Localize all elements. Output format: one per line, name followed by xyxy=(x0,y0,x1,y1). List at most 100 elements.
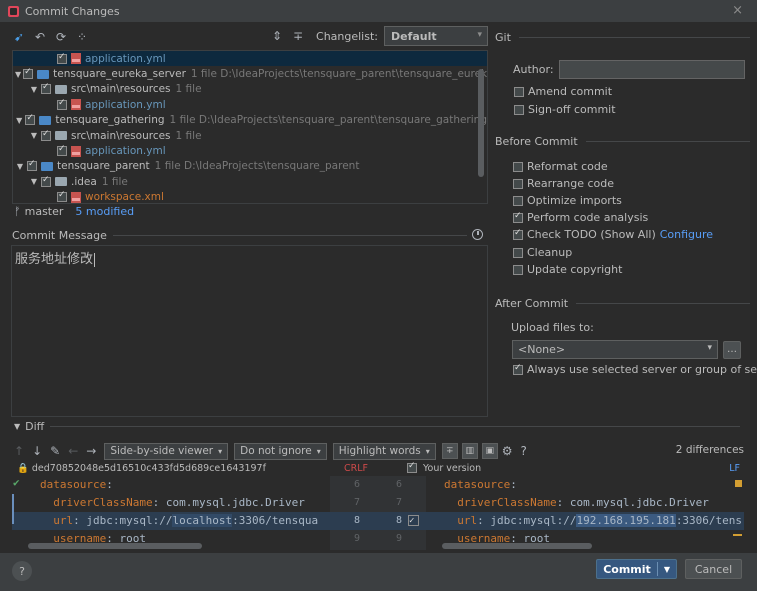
module-meta: 1 file D:\IdeaProjects\tensquare_parent\… xyxy=(169,114,487,127)
reformat-label: Reformat code xyxy=(527,160,608,173)
prev-difference-icon[interactable]: ↑ xyxy=(14,444,24,458)
right-line-ending[interactable]: LF xyxy=(729,463,740,474)
rearrange-checkbox[interactable] xyxy=(513,178,523,189)
folder-checkbox[interactable] xyxy=(41,175,51,187)
tree-row[interactable]: workspace.xml xyxy=(13,190,487,203)
module-folder-icon xyxy=(41,161,53,171)
module-checkbox[interactable] xyxy=(25,113,36,126)
left-line-ending[interactable]: CRLF xyxy=(344,463,368,474)
diff-section-header[interactable]: ▼ Diff xyxy=(14,420,741,433)
tree-scrollbar[interactable] xyxy=(478,69,484,177)
next-difference-icon[interactable]: ↓ xyxy=(32,444,42,458)
commit-options-chevron-icon[interactable]: ▼ xyxy=(658,565,676,574)
edit-source-icon[interactable]: ✎ xyxy=(50,444,60,458)
close-icon[interactable]: × xyxy=(732,3,743,18)
analysis-checkbox[interactable] xyxy=(513,211,523,223)
lock-icon[interactable]: ▣ xyxy=(481,443,498,459)
configure-link[interactable]: Configure xyxy=(660,228,713,241)
always-use-option[interactable]: Always use selected server or group of s… xyxy=(513,363,757,376)
folder-name: src\main\resources xyxy=(71,83,171,96)
signoff-option[interactable]: Sign-off commit xyxy=(514,103,616,116)
highlight-select[interactable]: Highlight words ▾ xyxy=(332,442,436,460)
tree-row[interactable]: ▼ src\main\resources 1 file xyxy=(13,128,487,143)
diff-left-pane[interactable]: ✔ datasource: driverClassName: com.mysql… xyxy=(12,476,330,550)
rearrange-option[interactable]: Rearrange code xyxy=(513,177,614,190)
commit-button[interactable]: Commit ▼ xyxy=(596,559,677,579)
tree-row[interactable]: ▼ src\main\resources 1 file xyxy=(13,82,487,97)
reformat-option[interactable]: Reformat code xyxy=(513,160,608,173)
expand-arrow-icon[interactable]: ▼ xyxy=(29,131,39,140)
copyright-checkbox[interactable] xyxy=(513,264,523,275)
include-all-checkbox[interactable] xyxy=(407,461,417,473)
tree-row[interactable]: ▼ tensquare_eureka_server 1 file D:\Idea… xyxy=(13,66,487,81)
folder-meta: 1 file xyxy=(101,175,128,188)
check-todo-option[interactable]: Check TODO (Show All) Configure xyxy=(513,228,713,241)
cancel-button[interactable]: Cancel xyxy=(685,559,742,579)
changelist-select[interactable]: Default ▾ xyxy=(384,26,488,46)
commit-message-input[interactable]: 服务地址修改 xyxy=(11,245,488,417)
diff-right-pane[interactable]: datasource: driverClassName: com.mysql.j… xyxy=(426,476,744,550)
help-icon[interactable]: ? xyxy=(521,444,527,458)
file-checkbox[interactable] xyxy=(57,144,67,157)
collapse-all-icon[interactable]: ∓ xyxy=(289,27,307,45)
include-change-checkbox[interactable] xyxy=(408,512,419,530)
module-checkbox[interactable] xyxy=(27,159,37,172)
diff-editor[interactable]: ✔ datasource: driverClassName: com.mysql… xyxy=(12,476,744,550)
group-by-icon[interactable]: ⁘ xyxy=(73,28,91,46)
gear-icon[interactable]: ⚙ xyxy=(502,444,513,458)
upload-target-select[interactable]: <None> ▾ xyxy=(512,340,718,359)
tree-row[interactable]: application.yml xyxy=(13,143,487,158)
optimize-checkbox[interactable] xyxy=(513,195,523,206)
collapse-arrow-icon[interactable]: ▼ xyxy=(14,422,20,431)
tree-row[interactable]: application.yml xyxy=(13,51,487,67)
code-analysis-option[interactable]: Perform code analysis xyxy=(513,211,648,224)
file-checkbox[interactable] xyxy=(57,98,67,110)
author-input[interactable] xyxy=(558,60,745,79)
expand-arrow-icon[interactable]: ▼ xyxy=(15,162,25,171)
browse-servers-button[interactable]: … xyxy=(723,340,741,359)
todo-checkbox[interactable] xyxy=(513,228,523,240)
expand-arrow-icon[interactable]: ▼ xyxy=(15,70,21,79)
forward-icon[interactable]: → xyxy=(86,444,96,458)
cleanup-option[interactable]: Cleanup xyxy=(513,246,572,259)
xml-file-icon xyxy=(71,191,81,203)
amend-commit-option[interactable]: Amend commit xyxy=(514,85,612,98)
back-icon[interactable]: ← xyxy=(68,444,78,458)
file-checkbox[interactable] xyxy=(57,52,67,64)
right-horizontal-scrollbar[interactable] xyxy=(442,543,592,549)
tree-row[interactable]: ▼ tensquare_gathering 1 file D:\IdeaProj… xyxy=(13,113,487,128)
changes-tree[interactable]: application.yml ▼ tensquare_eureka_serve… xyxy=(12,50,488,204)
folder-checkbox[interactable] xyxy=(41,82,51,95)
refresh-icon[interactable]: ⟳ xyxy=(52,28,70,46)
history-clock-icon[interactable] xyxy=(472,229,483,240)
collapse-unchanged-icon[interactable]: ∓ xyxy=(441,443,458,459)
commit-label: Commit xyxy=(603,562,651,576)
tree-row[interactable]: ▼ tensquare_parent 1 file D:\IdeaProject… xyxy=(13,159,487,174)
file-checkbox[interactable] xyxy=(57,190,67,203)
cleanup-checkbox[interactable] xyxy=(513,247,523,258)
whitespace-select[interactable]: Do not ignore ▾ xyxy=(234,442,327,460)
optimize-imports-option[interactable]: Optimize imports xyxy=(513,194,622,207)
help-button[interactable]: ? xyxy=(12,561,32,581)
tree-row[interactable]: application.yml xyxy=(13,97,487,112)
signoff-checkbox[interactable] xyxy=(514,104,524,115)
sync-scroll-icon[interactable]: ▥ xyxy=(461,443,478,459)
expand-arrow-icon[interactable]: ▼ xyxy=(15,116,23,125)
modified-count-link[interactable]: 5 modified xyxy=(75,205,134,218)
tree-row[interactable]: ▼ .idea 1 file xyxy=(13,174,487,189)
expand-arrow-icon[interactable]: ▼ xyxy=(29,85,39,94)
divider xyxy=(518,37,750,38)
rollback-icon[interactable]: ↶ xyxy=(31,28,49,46)
folder-icon xyxy=(55,131,67,141)
folder-checkbox[interactable] xyxy=(41,129,51,141)
reformat-checkbox[interactable] xyxy=(513,161,523,172)
show-diff-icon[interactable]: ➹ xyxy=(10,28,28,46)
expand-arrow-icon[interactable]: ▼ xyxy=(29,177,39,186)
viewer-mode-select[interactable]: Side-by-side viewer ▾ xyxy=(104,442,229,460)
always-use-checkbox[interactable] xyxy=(513,363,523,375)
copyright-option[interactable]: Update copyright xyxy=(513,263,622,276)
module-checkbox[interactable] xyxy=(23,67,34,80)
expand-all-icon[interactable]: ⇕ xyxy=(268,27,286,45)
left-horizontal-scrollbar[interactable] xyxy=(28,543,202,549)
amend-checkbox[interactable] xyxy=(514,86,524,97)
